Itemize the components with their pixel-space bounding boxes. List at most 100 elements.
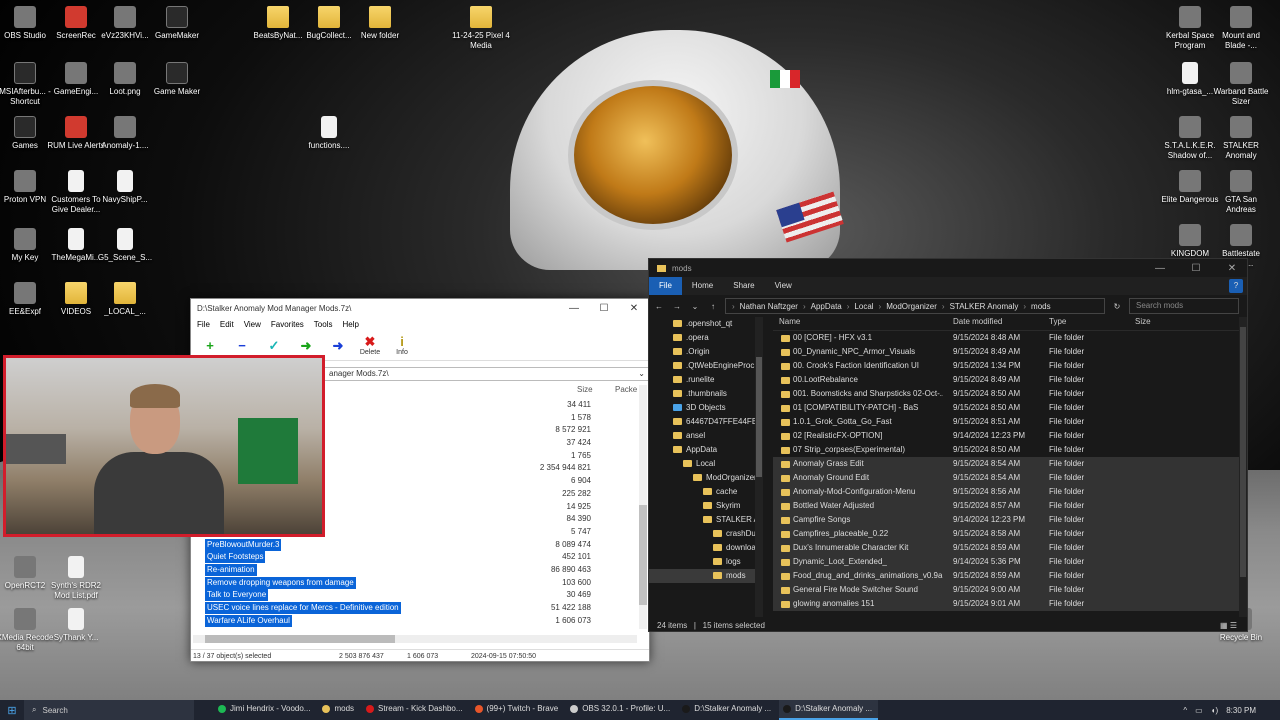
list-item[interactable]: Anomaly Ground Edit 9/15/2024 8:54 AM File… [773, 471, 1239, 485]
desktop-icon[interactable]: 11-24-25 Pixel 4 Media [451, 6, 511, 51]
delete-button[interactable]: ✖ Delete [357, 335, 383, 357]
taskbar-app[interactable]: D:\Stalker Anomaly ... [779, 700, 879, 720]
up-arrow-icon[interactable]: ↑ [707, 302, 719, 311]
maximize-button[interactable]: ☐ [1181, 263, 1211, 274]
tab-share[interactable]: Share [723, 277, 764, 295]
desktop-icon[interactable]: SyThank Y... [46, 608, 106, 643]
tree-item[interactable]: AppData [649, 443, 763, 457]
table-row[interactable]: Remove dropping weapons from damage 103 6… [191, 576, 637, 590]
tab-view[interactable]: View [765, 277, 802, 295]
table-row[interactable]: USEC voice lines replace for Mercs - Def… [191, 602, 637, 615]
table-row[interactable]: Re-animation 86 890 463 [191, 563, 637, 577]
navigation-scrollbar[interactable] [755, 317, 763, 617]
breadcrumb-item[interactable]: mods [1031, 302, 1051, 311]
desktop-icon[interactable]: functions.... [299, 116, 359, 151]
copy-button[interactable]: ➜ [293, 338, 319, 353]
explorer-titlebar[interactable]: mods — ☐ ✕ [649, 259, 1247, 277]
list-item[interactable]: Campfires_placeable_0.22 9/15/2024 8:58 A… [773, 527, 1239, 541]
table-row[interactable]: PreBlowoutMurder.3 8 089 474 [191, 538, 637, 552]
tree-item[interactable]: .Origin [649, 345, 763, 359]
list-item[interactable]: Food_drug_and_drinks_animations_v0.9a 9/1… [773, 569, 1239, 583]
list-item[interactable]: General Fire Mode Switcher Sound 9/15/202… [773, 583, 1239, 597]
tree-item[interactable]: STALKER Anor [649, 513, 763, 527]
list-item[interactable]: Anomaly-Mod-Configuration-Menu 9/15/2024 … [773, 485, 1239, 499]
desktop-icon[interactable]: Anomaly-1.... [95, 116, 155, 151]
move-button[interactable]: ➜ [325, 338, 351, 353]
list-item[interactable]: 07 Strip_corpses(Experimental) 9/15/2024 … [773, 443, 1239, 457]
chevron-down-icon[interactable]: ⌄ [689, 302, 701, 311]
tree-item[interactable]: crashDumps [649, 527, 763, 541]
desktop-icon[interactable]: eVz23KHVi... [95, 6, 155, 41]
close-button[interactable]: ✕ [619, 303, 649, 314]
tab-home[interactable]: Home [682, 277, 723, 295]
tab-file[interactable]: File [649, 277, 682, 295]
network-icon[interactable]: ▭ [1195, 706, 1203, 715]
menu-help[interactable]: Help [342, 320, 358, 329]
chevron-down-icon[interactable]: ⌄ [638, 368, 645, 380]
list-item[interactable]: 02 [RealisticFX-OPTION] 9/14/2024 12:23 P… [773, 429, 1239, 443]
windows-start-icon[interactable]: ⊞ [0, 704, 24, 717]
column-name[interactable]: Name [779, 317, 800, 326]
desktop-icon[interactable]: Synth's RDR2 Mod List.pdf [46, 556, 106, 601]
taskbar-app[interactable]: Stream - Kick Dashbo... [362, 700, 468, 720]
file-explorer-window[interactable]: mods — ☐ ✕ File Home Share View? ← → ⌄ ↑ › N… [648, 258, 1248, 632]
minimize-button[interactable]: — [1145, 263, 1175, 274]
refresh-icon[interactable]: ↻ [1111, 302, 1123, 311]
tree-item[interactable]: .openshot_qt [649, 317, 763, 331]
desktop-icon[interactable]: G5_Scene_S... [95, 228, 155, 263]
desktop-icon[interactable]: NavyShipP... [95, 170, 155, 205]
view-toggle-icons[interactable]: ▦ ☰ [1220, 619, 1237, 632]
tree-item[interactable]: Skyrim [649, 499, 763, 513]
list-item[interactable]: 1.0.1_Grok_Gotta_Go_Fast 9/15/2024 8:51 A… [773, 415, 1239, 429]
add-button[interactable]: + [197, 338, 223, 353]
list-item[interactable]: 00. Crook's Faction Identification UI 9/1… [773, 359, 1239, 373]
taskbar-app[interactable]: (99+) Twitch - Brave [471, 700, 565, 720]
taskbar-app[interactable]: D:\Stalker Anomaly ... [678, 700, 777, 720]
tree-item[interactable]: 3D Objects [649, 401, 763, 415]
column-packed[interactable]: Packe [615, 385, 637, 394]
list-item[interactable]: 01 [COMPATIBILITY-PATCH] - BaS 9/15/2024 … [773, 401, 1239, 415]
tree-item[interactable]: Local [649, 457, 763, 471]
maximize-button[interactable]: ☐ [589, 303, 619, 314]
desktop-icon[interactable]: Game Maker [147, 62, 207, 97]
tree-item[interactable]: ansel [649, 429, 763, 443]
volume-icon[interactable]: ◖) [1211, 706, 1219, 715]
chevron-up-icon[interactable]: ^ [1183, 706, 1187, 715]
breadcrumb-item[interactable]: AppData [811, 302, 842, 311]
column-type[interactable]: Type [1049, 317, 1066, 326]
table-row[interactable]: Warfare ALife Overhaul 1 606 073 [191, 614, 637, 628]
list-item[interactable]: glowing anomalies 151 9/15/2024 9:01 AM Fi… [773, 597, 1239, 611]
list-item[interactable]: Dynamic_Loot_Extended_ 9/14/2024 5:36 PM F… [773, 555, 1239, 569]
tree-item[interactable]: .QtWebEngineProc [649, 359, 763, 373]
tree-item[interactable]: downloads [649, 541, 763, 555]
tree-item[interactable]: ModOrganizer [649, 471, 763, 485]
extract-button[interactable]: − [229, 338, 255, 353]
tree-item[interactable]: mods [649, 569, 763, 583]
7zip-titlebar[interactable]: D:\Stalker Anomaly Mod Manager Mods.7z\ … [191, 299, 649, 317]
taskbar-app[interactable]: OBS 32.0.1 - Profile: U... [566, 700, 676, 720]
column-date-modified[interactable]: Date modified [953, 317, 1002, 326]
7zip-vertical-scrollbar[interactable] [639, 385, 647, 629]
list-item[interactable]: Campfire Songs 9/14/2024 12:23 PM File fol… [773, 513, 1239, 527]
taskbar-app[interactable]: Jimi Hendrix - Voodo... [214, 700, 316, 720]
desktop-icon[interactable]: Mount and Blade -... [1211, 6, 1271, 51]
taskbar-search[interactable]: ⌕ Search [24, 700, 194, 720]
breadcrumb-item[interactable]: ModOrganizer [886, 302, 937, 311]
test-button[interactable]: ✓ [261, 338, 287, 353]
list-item[interactable]: 00_Dynamic_NPC_Armor_Visuals 9/15/2024 8:… [773, 345, 1239, 359]
list-item[interactable]: 00.LootRebalance 9/15/2024 8:49 AM File fo… [773, 373, 1239, 387]
7zip-horizontal-scrollbar[interactable] [193, 635, 637, 643]
taskbar-app[interactable]: mods [318, 700, 360, 720]
list-item[interactable]: 001. Boomsticks and Sharpsticks 02-Oct-.… [773, 387, 1239, 401]
back-arrow-icon[interactable]: ← [653, 302, 665, 311]
menu-view[interactable]: View [244, 320, 261, 329]
file-list-scrollbar[interactable] [1239, 317, 1247, 617]
close-button[interactable]: ✕ [1217, 263, 1247, 274]
table-row[interactable]: Talk to Everyone 30 469 [191, 589, 637, 602]
tree-item[interactable]: .thumbnails [649, 387, 763, 401]
menu-edit[interactable]: Edit [220, 320, 234, 329]
forward-arrow-icon[interactable]: → [671, 302, 683, 311]
desktop-icon[interactable]: Warband Battle Sizer [1211, 62, 1271, 107]
column-size[interactable]: Size [577, 385, 593, 394]
menu-file[interactable]: File [197, 320, 210, 329]
